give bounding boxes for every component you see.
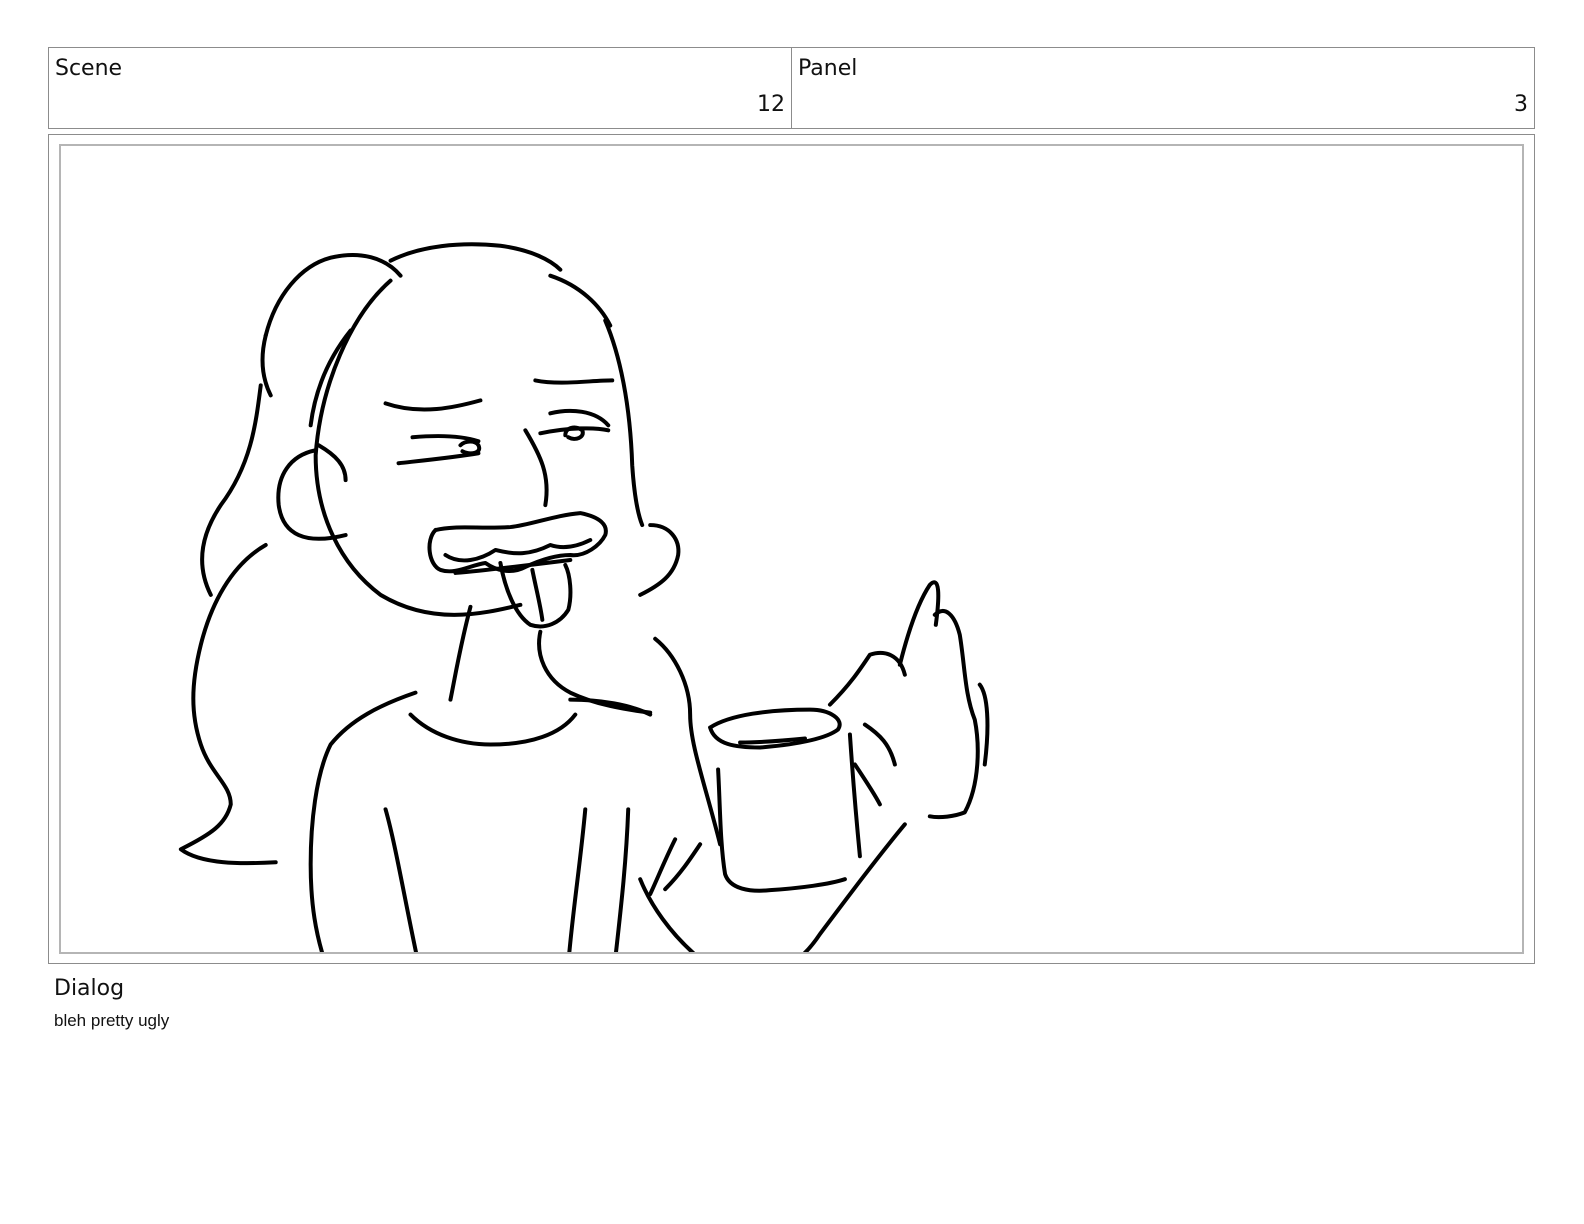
panel-label: Panel (798, 56, 858, 81)
storyboard-sketch (178, 242, 990, 952)
scene-label: Scene (55, 56, 123, 81)
storyboard-frame (48, 134, 1535, 964)
dialog-label: Dialog (54, 976, 125, 1001)
panel-cell: Panel 3 (791, 48, 1534, 128)
panel-number: 3 (1514, 92, 1528, 117)
scene-panel-header: Scene 12 Panel 3 (48, 47, 1535, 129)
sketch-area (59, 144, 1524, 954)
scene-number: 12 (757, 92, 785, 117)
scene-cell: Scene 12 (49, 48, 791, 128)
dialog-text: bleh pretty ugly (54, 1011, 170, 1030)
